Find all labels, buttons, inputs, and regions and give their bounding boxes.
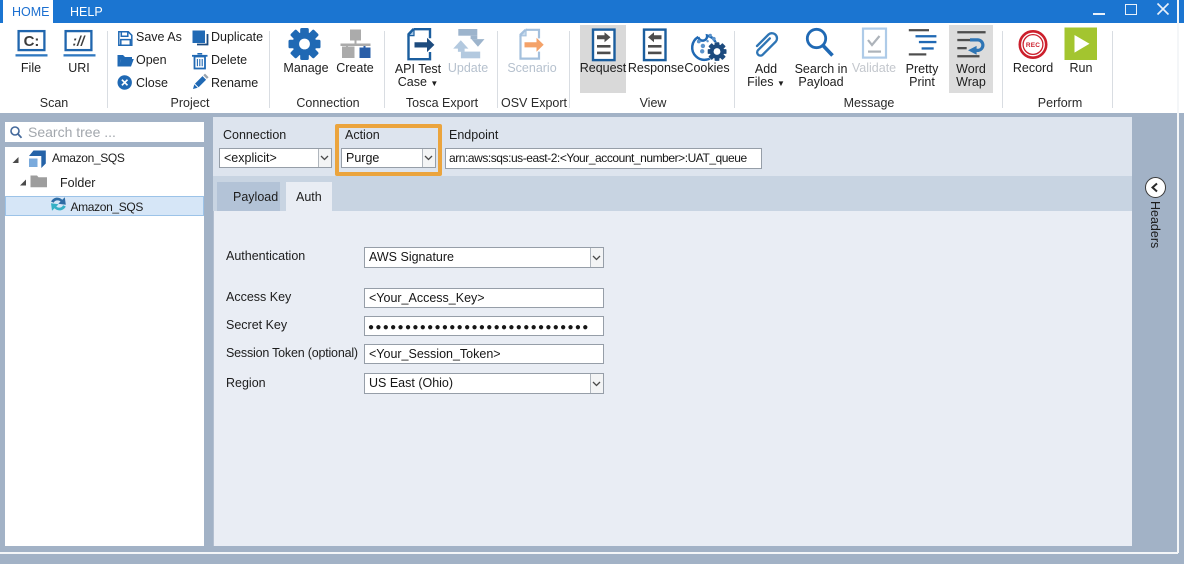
- svg-text:C:: C:: [24, 33, 40, 50]
- svg-text:REC: REC: [1026, 42, 1040, 49]
- svg-text:://: ://: [73, 34, 86, 49]
